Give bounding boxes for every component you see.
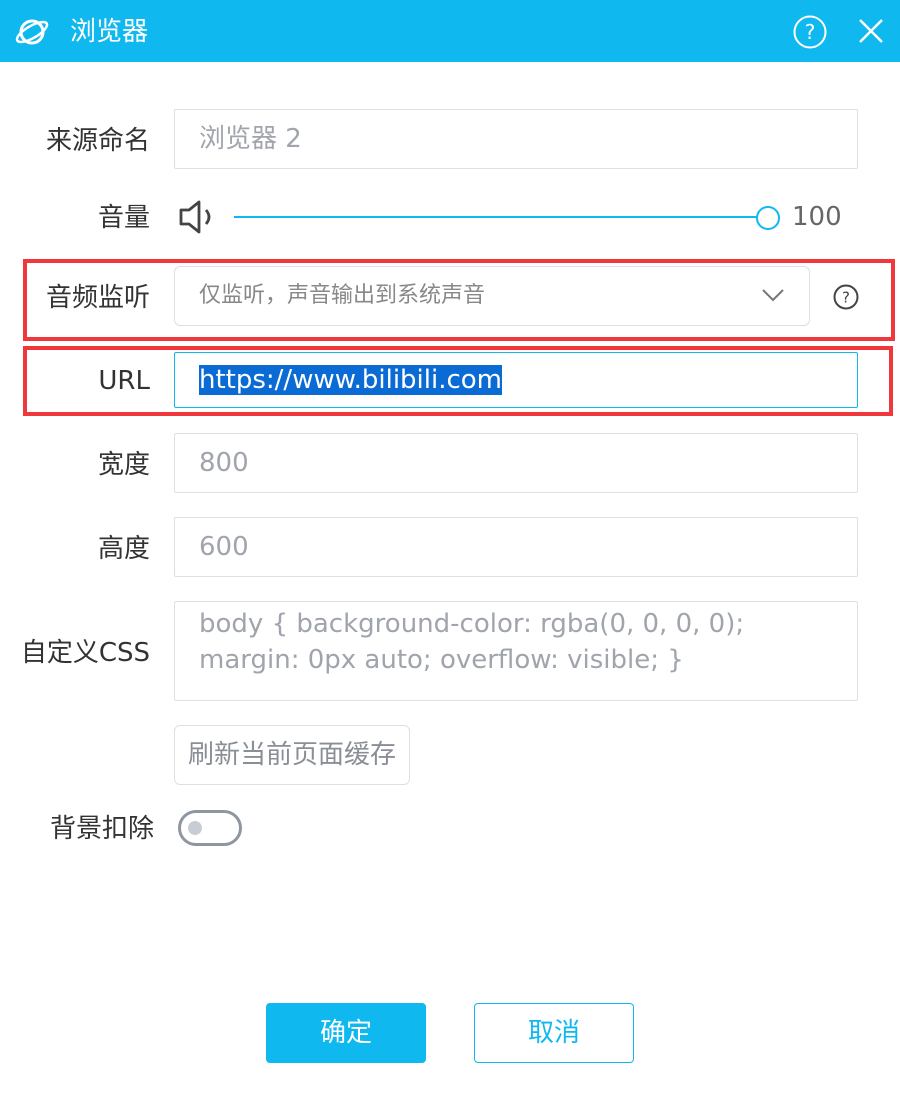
width-label: 宽度 bbox=[97, 450, 150, 480]
custom-css-textarea[interactable]: body { background-color: rgba(0, 0, 0, 0… bbox=[174, 601, 858, 701]
volume-label: 音量 bbox=[97, 203, 150, 233]
audio-monitor-selected-value: 仅监听，声音输出到系统声音 bbox=[199, 283, 486, 308]
custom-css-line-2: margin: 0px auto; overflow: visible; } bbox=[199, 645, 684, 675]
help-circle-icon[interactable]: ? bbox=[833, 284, 859, 310]
source-name-input[interactable]: 浏览器 2 bbox=[174, 109, 858, 169]
volume-slider-thumb[interactable] bbox=[756, 206, 780, 230]
volume-value: 100 bbox=[792, 202, 842, 232]
title-bar: 浏览器 ? bbox=[0, 0, 900, 62]
planet-icon bbox=[15, 19, 49, 45]
height-input[interactable]: 600 bbox=[174, 517, 858, 577]
toggle-knob bbox=[188, 821, 202, 835]
height-label: 高度 bbox=[97, 534, 150, 564]
volume-slider-track[interactable] bbox=[234, 216, 764, 218]
chevron-down-icon bbox=[762, 289, 784, 302]
audio-monitor-select[interactable]: 仅监听，声音输出到系统声音 bbox=[174, 266, 810, 326]
custom-css-label: 自定义CSS bbox=[20, 638, 150, 668]
close-icon[interactable] bbox=[854, 14, 888, 48]
svg-text:?: ? bbox=[842, 289, 850, 307]
url-label: URL bbox=[98, 366, 150, 396]
speaker-icon[interactable] bbox=[178, 198, 220, 236]
window-title: 浏览器 bbox=[70, 17, 149, 47]
confirm-button[interactable]: 确定 bbox=[266, 1003, 426, 1063]
url-input-value: https://www.bilibili.com bbox=[199, 365, 503, 395]
background-removal-label: 背景扣除 bbox=[49, 814, 154, 844]
source-name-label: 来源命名 bbox=[45, 126, 150, 156]
refresh-cache-button[interactable]: 刷新当前页面缓存 bbox=[174, 725, 410, 785]
svg-text:?: ? bbox=[805, 20, 816, 44]
custom-css-line-1: body { background-color: rgba(0, 0, 0, 0… bbox=[199, 609, 745, 639]
help-circle-icon[interactable]: ? bbox=[792, 14, 828, 50]
cancel-button[interactable]: 取消 bbox=[474, 1003, 634, 1063]
audio-monitor-label: 音频监听 bbox=[45, 283, 150, 313]
width-input[interactable]: 800 bbox=[174, 433, 858, 493]
background-removal-toggle[interactable] bbox=[178, 810, 242, 846]
url-input[interactable]: https://www.bilibili.com bbox=[174, 352, 858, 408]
